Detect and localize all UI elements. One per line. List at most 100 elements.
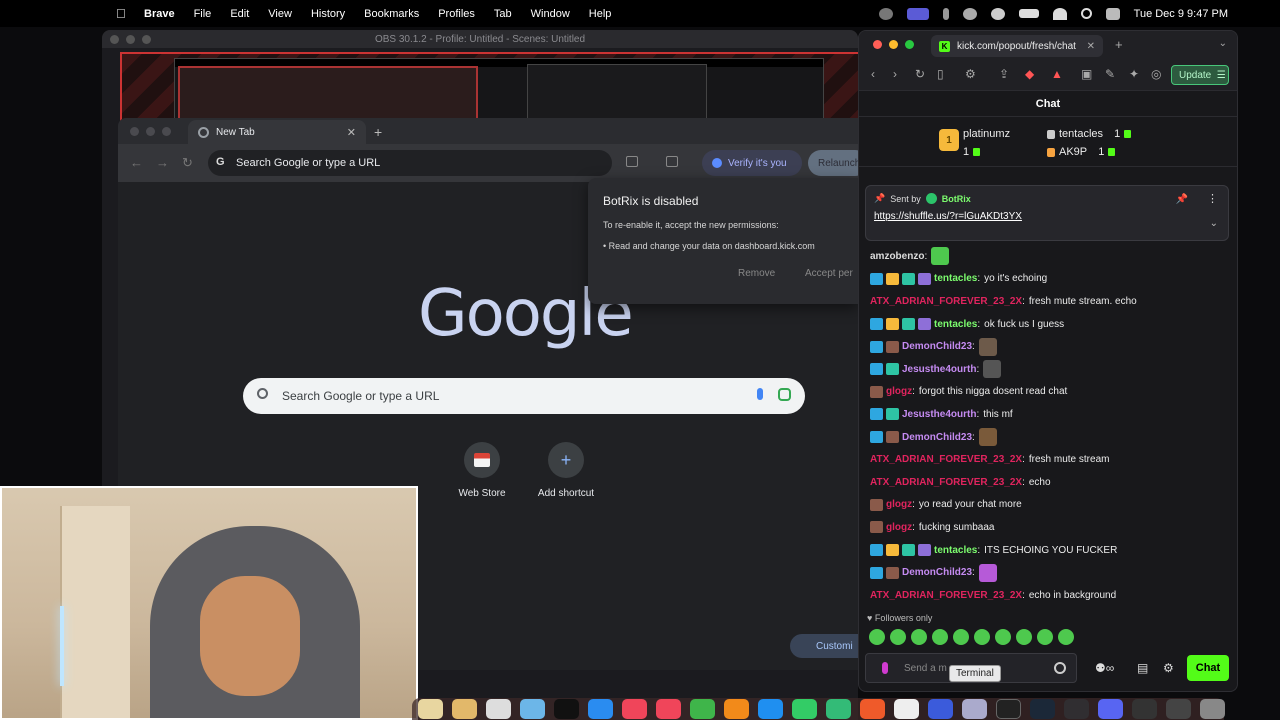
chat-username[interactable]: glogz <box>886 386 912 397</box>
gear-icon[interactable]: ⚙ <box>1163 661 1174 675</box>
forward-arrow-icon[interactable]: › <box>893 67 897 81</box>
sidebar-icon[interactable]: ▣ <box>1081 67 1092 81</box>
status-icon[interactable] <box>878 7 893 20</box>
notes-app-icon[interactable] <box>418 699 443 719</box>
chat-message[interactable]: glogz: fucking sumbaaa <box>870 516 1237 539</box>
discord-app-icon[interactable] <box>1098 699 1123 719</box>
chat-username[interactable]: glogz <box>886 499 912 510</box>
news-app-icon[interactable] <box>656 699 681 719</box>
menu-file[interactable]: File <box>194 8 212 20</box>
menubar-clock[interactable]: Tue Dec 9 9:47 PM <box>1134 8 1228 20</box>
pinned-message[interactable]: 📌 Sent by BotRix https://shuffle.us/?r=l… <box>865 185 1229 241</box>
chat-message[interactable]: glogz: forgot this nigga dosent read chat <box>870 381 1237 404</box>
app-store-icon[interactable] <box>758 699 783 719</box>
app-icon[interactable] <box>1166 699 1191 719</box>
mic-icon[interactable] <box>882 662 888 674</box>
store-icon[interactable]: ▤ <box>1137 661 1148 675</box>
steam-app-icon[interactable] <box>1030 699 1055 719</box>
brave-tab-kick[interactable]: K kick.com/popout/fresh/chat ✕ <box>931 35 1103 57</box>
verify-identity-button[interactable]: Verify it's you <box>702 150 802 176</box>
new-tab-plus-icon[interactable]: + <box>1115 37 1123 52</box>
extension-icon[interactable] <box>626 156 638 167</box>
menu-help[interactable]: Help <box>589 8 612 20</box>
close-tab-icon[interactable]: ✕ <box>1087 41 1095 52</box>
google-lens-icon[interactable] <box>778 388 791 401</box>
chat-username[interactable]: Jesusthe4ourth <box>902 409 976 420</box>
menu-bookmarks[interactable]: Bookmarks <box>364 8 419 20</box>
new-tab-plus-icon[interactable]: + <box>374 124 382 140</box>
chat-message[interactable]: DemonChild23: <box>870 335 1237 358</box>
bookmark-icon[interactable]: ▯ <box>937 67 944 81</box>
shortcut-web-store[interactable]: Web Store <box>442 442 522 499</box>
unpin-icon[interactable]: 📌 <box>1176 194 1188 205</box>
chat-message[interactable]: amzobenzo: <box>870 245 1237 268</box>
chat-username[interactable]: ATX_ADRIAN_FOREVER_23_2X <box>870 590 1022 601</box>
reminders-app-icon[interactable] <box>486 699 511 719</box>
wifi-icon[interactable] <box>1052 7 1067 20</box>
music-app-icon[interactable] <box>622 699 647 719</box>
sidepanel-icon[interactable] <box>666 156 678 167</box>
apple-icon[interactable]:  <box>116 6 130 21</box>
leaderboard-entry[interactable]: 1 platinumz 1 <box>939 125 1010 161</box>
chat-username[interactable]: Jesusthe4ourth <box>902 364 976 375</box>
chat-username[interactable]: ATX_ADRIAN_FOREVER_23_2X <box>870 477 1022 488</box>
emote-icon[interactable] <box>1037 629 1053 645</box>
emote-icon[interactable] <box>911 629 927 645</box>
emote-icon[interactable] <box>974 629 990 645</box>
screen-record-icon[interactable] <box>906 7 929 20</box>
reload-icon[interactable]: ↻ <box>182 155 193 171</box>
app-icon[interactable] <box>962 699 987 719</box>
obs-traffic-lights[interactable] <box>110 35 151 44</box>
chat-message[interactable]: glogz: yo read your chat more <box>870 494 1237 517</box>
google-search-box[interactable]: Search Google or type a URL <box>243 378 805 414</box>
brave-traffic-lights[interactable] <box>873 40 914 49</box>
menu-view[interactable]: View <box>268 8 292 20</box>
menu-profiles[interactable]: Profiles <box>438 8 475 20</box>
chat-message[interactable]: DemonChild23: <box>870 561 1237 584</box>
keynote-app-icon[interactable] <box>588 699 613 719</box>
send-chat-button[interactable]: Chat <box>1187 655 1229 681</box>
chat-username[interactable]: amzobenzo <box>870 251 924 262</box>
chat-message[interactable]: tentacles: ITS ECHOING YOU FUCKER <box>870 539 1237 562</box>
battery-alt-icon[interactable] <box>942 7 949 20</box>
chat-username[interactable]: tentacles <box>934 319 977 330</box>
customize-chrome-button[interactable]: Customi <box>790 634 858 658</box>
chat-username[interactable]: tentacles <box>934 545 977 556</box>
chat-message[interactable]: ATX_ADRIAN_FOREVER_23_2X: echo <box>870 471 1237 494</box>
chat-username[interactable]: ATX_ADRIAN_FOREVER_23_2X <box>870 296 1022 307</box>
emoji-icon[interactable] <box>1054 662 1066 674</box>
shortcut-add[interactable]: + Add shortcut <box>526 442 606 499</box>
tune-icon[interactable]: ⚙ <box>965 67 976 81</box>
forward-arrow-icon[interactable]: → <box>156 155 169 170</box>
remove-button[interactable]: Remove <box>738 268 775 286</box>
back-arrow-icon[interactable]: ← <box>130 155 143 170</box>
chrome-app-icon[interactable] <box>894 699 919 719</box>
extensions-icon[interactable]: ✎ <box>1105 67 1115 81</box>
chat-message[interactable]: tentacles: ok fuck us I guess <box>870 313 1237 336</box>
tv-app-icon[interactable] <box>554 699 579 719</box>
chat-username[interactable]: DemonChild23 <box>902 341 972 352</box>
chat-username[interactable]: DemonChild23 <box>902 567 972 578</box>
chat-username[interactable]: glogz <box>886 522 912 533</box>
ai-icon[interactable]: ✦ <box>1129 67 1139 81</box>
app-icon[interactable] <box>792 699 817 719</box>
emote-icon[interactable] <box>995 629 1011 645</box>
pinned-link[interactable]: https://shuffle.us/?r=lGuAKDt3YX <box>874 211 1220 222</box>
chrome-traffic-lights[interactable] <box>130 127 171 136</box>
menu-window[interactable]: Window <box>531 8 570 20</box>
chevron-down-icon[interactable]: ⌄ <box>1210 218 1218 229</box>
accept-permissions-button[interactable]: Accept per <box>805 268 853 286</box>
chat-message[interactable]: DemonChild23: <box>870 426 1237 449</box>
numbers-app-icon[interactable] <box>690 699 715 719</box>
menu-history[interactable]: History <box>311 8 345 20</box>
menu-app-name[interactable]: Brave <box>144 8 175 20</box>
terminal-app-icon[interactable] <box>996 699 1021 719</box>
emote-icon[interactable] <box>869 629 885 645</box>
moon-icon[interactable] <box>962 7 977 20</box>
emote-icon[interactable] <box>953 629 969 645</box>
chat-message[interactable]: Jesusthe4ourth: this mf <box>870 403 1237 426</box>
chat-username[interactable]: ATX_ADRIAN_FOREVER_23_2X <box>870 454 1022 465</box>
chat-message[interactable]: tentacles: yo it's echoing <box>870 268 1237 291</box>
relaunch-button[interactable]: Relaunch <box>808 150 858 176</box>
vpn-icon[interactable]: ◎ <box>1151 67 1161 81</box>
